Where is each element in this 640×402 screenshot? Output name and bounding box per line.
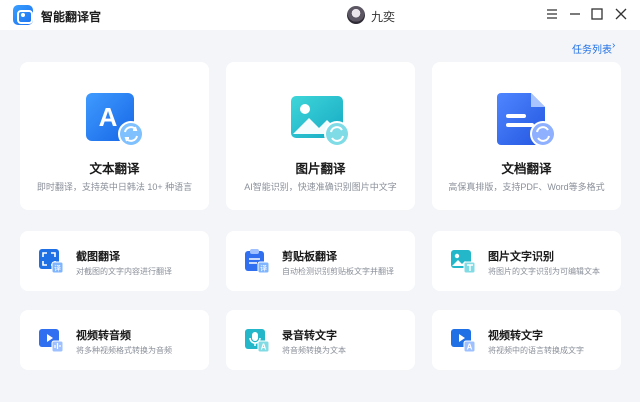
audio-to-text-card[interactable]: A 录音转文字 将音频转换为文本 [226,310,415,370]
translate-badge-text: 译 [260,265,267,273]
card-title: 文本翻译 [89,162,140,176]
card-description: 即时翻译，支持英中日韩法 10+ 种语言 [36,182,193,192]
user-avatar[interactable] [347,6,365,24]
image-translate-icon [291,96,350,147]
audio-to-text-icon: A [245,329,270,353]
text-letter: A [467,343,473,352]
card-description: 将多种视频格式转换为音频 [76,346,172,355]
card-description: AI智能识别，快速准确识别图片中文字 [244,182,397,192]
image-translate-card[interactable]: 图片翻译 AI智能识别，快速准确识别图片中文字 [226,62,415,210]
card-title: 视频转文字 [488,330,543,342]
card-description: 将音频转换为文本 [282,346,346,355]
task-list-link[interactable]: 任务列表 [572,41,612,56]
card-description: 自动检测识别剪贴板文字并翻译 [282,267,394,276]
video-to-text-icon: A [451,329,476,353]
translate-badge-text: 译 [54,265,61,273]
card-title: 图片翻译 [295,162,346,176]
document-translate-icon [497,93,556,147]
card-description: 将图片的文字识别为可编辑文本 [488,267,600,276]
video-to-audio-icon [39,329,64,353]
user-name[interactable]: 九奕 [371,8,395,25]
card-title: 录音转文字 [282,330,337,342]
card-description: 对截图的文字内容进行翻译 [76,267,172,276]
card-description: 将视频中的语言转换成文字 [488,346,584,355]
image-ocr-card[interactable]: 图片文字识别 将图片的文字识别为可编辑文本 [432,231,621,291]
chevron-right-icon[interactable]: › [612,40,615,51]
clipboard-translate-icon: 译 [245,249,270,274]
close-icon[interactable] [613,6,629,22]
menu-icon[interactable] [544,6,560,22]
video-to-audio-card[interactable]: 视频转音频 将多种视频格式转换为音频 [20,310,209,370]
image-ocr-icon [451,250,476,274]
screenshot-translate-card[interactable]: 译 截图翻译 对截图的文字内容进行翻译 [20,231,209,291]
document-translate-card[interactable]: 文档翻译 高保真排版，支持PDF、Word等多格式 [432,62,621,210]
card-title: 视频转音频 [76,330,131,342]
minimize-icon[interactable] [567,6,583,22]
card-description: 高保真排版，支持PDF、Word等多格式 [448,182,605,192]
video-to-text-card[interactable]: A 视频转文字 将视频中的语言转换成文字 [432,310,621,370]
card-title: 剪贴板翻译 [282,251,337,263]
text-letter: A [99,102,118,132]
maximize-icon[interactable] [589,6,605,22]
card-title: 截图翻译 [76,251,120,263]
clipboard-translate-card[interactable]: 译 剪贴板翻译 自动检测识别剪贴板文字并翻译 [226,231,415,291]
card-title: 图片文字识别 [488,251,554,263]
text-letter: A [261,343,267,352]
app-logo-icon [13,5,33,25]
text-translate-icon: A [86,93,144,147]
app-title: 智能翻译官 [41,10,102,24]
text-translate-card[interactable]: A 文本翻译 即时翻译，支持英中日韩法 10+ 种语言 [20,62,209,210]
card-title: 文档翻译 [501,162,552,176]
title-bar: 智能翻译官 九奕 [0,0,640,30]
screenshot-translate-icon: 译 [39,249,64,274]
